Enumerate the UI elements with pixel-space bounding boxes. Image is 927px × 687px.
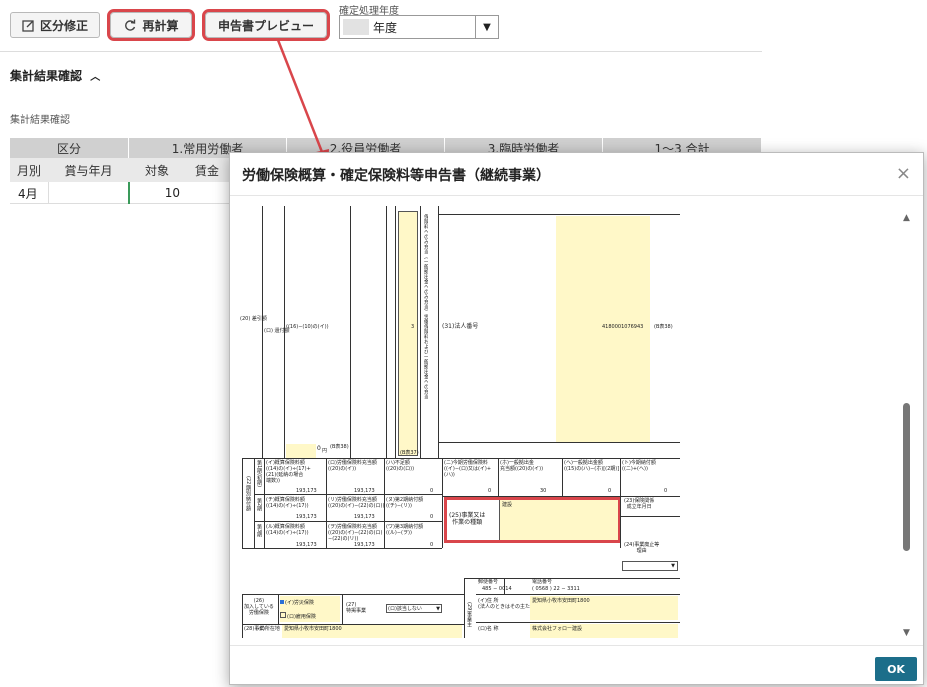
- tel-label: 電話番号: [532, 579, 553, 585]
- zip-value: 485 − 0014: [482, 586, 512, 592]
- modal-header-divider: [230, 195, 923, 196]
- c3-value: 0: [430, 488, 434, 494]
- c2-value: 193,173: [354, 488, 375, 494]
- period2-label: 第2期: [256, 498, 262, 512]
- r3c-value: 0: [430, 542, 434, 548]
- r3b-value: 193,173: [354, 542, 375, 548]
- b28-addr-value: 愛知県小牧市安田町1800: [284, 626, 342, 632]
- chevron-down-icon: ▼: [671, 563, 675, 569]
- b24-select[interactable]: ▼: [622, 561, 678, 571]
- c6-label: (ヘ)一般拠出金額 ((15)の(ハ)−(ホ)[(2期)]: [564, 460, 620, 472]
- c7-label: (ト)今期納付額 ((ニ)+(ヘ)): [622, 460, 656, 472]
- refund-formula: ((16)−(10)の(イ)): [286, 324, 329, 330]
- b27-value: (ロ)該当しない: [388, 606, 422, 612]
- deduct-label: (20) 差引額: [240, 316, 267, 322]
- c4-value: 0: [488, 488, 492, 494]
- b26-opt1[interactable]: (イ)労災保険: [280, 600, 314, 606]
- ok-button[interactable]: OK: [875, 657, 917, 681]
- modal-title: 労働保険概算・確定保険料等申告書（継続事業）: [242, 168, 550, 184]
- b26-opt2[interactable]: (ロ)雇用保険: [280, 612, 316, 620]
- yen-unit: 円: [322, 448, 328, 454]
- b24-label: (24)事業廃止等 理由: [624, 542, 660, 554]
- c7-value: 0: [664, 488, 668, 494]
- c2-label: (ロ)労働保険料充当額 ((20)の(イ)): [328, 460, 377, 472]
- sec22-label: (22)期別納付額: [245, 476, 251, 512]
- business-type-box: (25)事業又は 作業の種類 建設: [444, 497, 620, 543]
- c4-label: (ニ)今期労働保険料 ((イ)−(ロ)又は(イ)+ (ハ)): [444, 460, 492, 478]
- small-three: 3: [411, 324, 415, 330]
- b27-label: (27) 特掲事業: [346, 602, 367, 614]
- c1-label: (イ)概算保険料額 ((14)の(イ)÷(17)+ (21)(延納の場合 端数)…: [266, 460, 311, 484]
- c5-label: (ホ)一般拠出金 充当額((20)の(イ)): [500, 460, 544, 472]
- scroll-up-icon[interactable]: ▲: [903, 213, 910, 223]
- zip-label: 郵便番号: [478, 579, 499, 585]
- r2c-value: 0: [430, 514, 434, 520]
- modal-footer-divider: [230, 645, 923, 646]
- r3a-label: (ル)概算保険料額 ((14)の(イ)÷(17)): [266, 524, 309, 536]
- b37-ref: (B表37): [400, 450, 419, 456]
- corp-label: (31)法人番号: [442, 323, 479, 330]
- chevron-down-icon: ▼: [436, 606, 440, 612]
- b26-label: (26) 加入している 労働保険: [244, 598, 274, 616]
- r2b-value: 193,173: [354, 514, 375, 520]
- b23-label: (23)保険関係 成立年月日: [624, 498, 655, 510]
- b25-value: 建設: [502, 502, 513, 508]
- vertical-note: 保険料へのみ充当（一般拠出金へのみ充当）労働保険料および一般拠出金への充当: [423, 214, 428, 399]
- c1-value: 193,173: [296, 488, 317, 494]
- close-icon[interactable]: ×: [896, 163, 911, 184]
- corp-page: (B表38): [654, 324, 673, 330]
- b28-addr-label: (イ)所在地: [256, 626, 280, 632]
- corp-number: 4180001076943: [602, 324, 644, 330]
- r3a-value: 193,173: [296, 542, 317, 548]
- b27-select[interactable]: (ロ)該当しない ▼: [386, 604, 442, 613]
- period1-label: 第1期(初期): [256, 460, 262, 488]
- r2a-value: 193,173: [296, 514, 317, 520]
- zero-value: 0: [317, 445, 321, 452]
- c5-value: 30: [540, 488, 547, 494]
- r2c-label: (ヌ)第2期納付額 ((チ)−(リ)): [386, 497, 424, 509]
- b29-label: (29)事業主: [466, 602, 472, 628]
- c3-label: (ハ)不足額 ((20)の(ロ)): [386, 460, 415, 472]
- r3c-label: (ワ)第3期納付額 ((ル)−(ヲ)): [386, 524, 424, 536]
- period3-label: 第3期: [256, 524, 262, 538]
- scroll-down-icon[interactable]: ▼: [903, 628, 910, 638]
- scrollbar-thumb[interactable]: [903, 403, 910, 551]
- business-type-field[interactable]: 建設: [499, 500, 618, 540]
- r3b-label: (ヲ)労働保険料充当額 ((20)の(イ)−(22)の(ロ) −(22)の(リ)…: [328, 524, 383, 542]
- tel-value: ( 0568 ) 22 − 3311: [532, 586, 580, 592]
- addr-value: 愛知県小牧市安田町1800: [532, 598, 590, 604]
- b38-ref: (B表38): [330, 444, 349, 450]
- name-value: 株式会社フォロー建設: [532, 626, 583, 632]
- r2b-label: (リ)労働保険料充当額 ((20)の(イ)−(22)の(ロ)): [328, 497, 385, 509]
- form-document: (20) 差引額 (ロ) 還付額 ((16)−(10)の(イ)) 3 0 円 (…: [240, 206, 680, 638]
- c6-value: 0: [608, 488, 612, 494]
- b25-label: (25)事業又は 作業の種類: [449, 512, 486, 526]
- r2a-label: (チ)概算保険料額 ((14)の(イ)÷(17)): [266, 497, 309, 509]
- name-label: (ロ)名 称: [478, 626, 499, 632]
